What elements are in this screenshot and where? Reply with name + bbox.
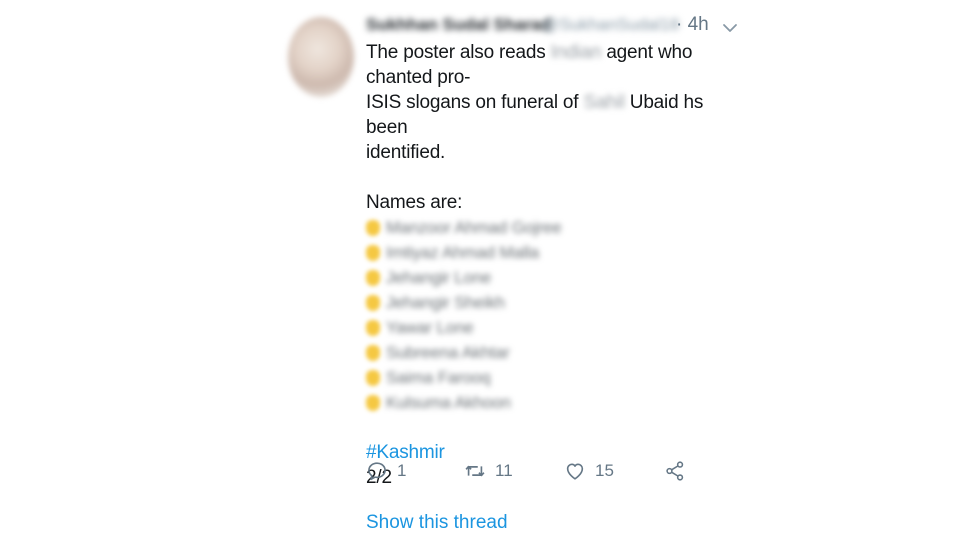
pointing-hand-emoji: [366, 319, 380, 336]
author-name[interactable]: Sukhhan Sudal Sharad: [366, 15, 551, 35]
text-segment: ISIS slogans on funeral of: [366, 92, 584, 113]
name-entry: Subreena Akhtar: [386, 343, 510, 362]
list-item: Imtiyaz Ahmad Malla: [366, 240, 746, 265]
tweet-line-3: identified.: [366, 142, 446, 163]
redacted-word: Indian: [550, 42, 602, 63]
pointing-hand-emoji: [366, 294, 380, 311]
retweet-button[interactable]: 11: [464, 456, 513, 486]
heart-icon: [566, 463, 584, 480]
list-item: Manzoor Ahmad Gojree: [366, 215, 746, 240]
names-heading: Names are:: [366, 192, 463, 213]
chevron-down-icon[interactable]: [722, 20, 738, 36]
text-segment: The poster also reads: [366, 42, 551, 63]
pointing-hand-emoji: [366, 244, 380, 261]
name-entry: Imtiyaz Ahmad Malla: [386, 243, 540, 262]
reply-button[interactable]: 1: [366, 456, 406, 486]
tweet-line-1: The poster also reads Indian agent who c…: [366, 40, 746, 90]
name-entry: Jehangir Lone: [386, 268, 492, 287]
name-entry: Kulsuma Akhoon: [386, 393, 511, 412]
tweet: Sukhhan Sudal Sharad @SukhanSudal18 · 4h…: [0, 0, 970, 545]
share-button[interactable]: [664, 456, 686, 486]
name-entry: Jehangir Sheikh: [386, 293, 505, 312]
pointing-hand-emoji: [366, 394, 380, 411]
author-handle[interactable]: @SukhanSudal18: [542, 15, 679, 35]
pointing-hand-emoji: [366, 369, 380, 386]
reply-count: 1: [397, 461, 407, 480]
list-item: Yawar Lone: [366, 315, 746, 340]
pointing-hand-emoji: [366, 269, 380, 286]
tweet-header: Sukhhan Sudal Sharad @SukhanSudal18 · 4h: [366, 10, 746, 40]
pointing-hand-emoji: [366, 344, 380, 361]
pointing-hand-emoji: [366, 219, 380, 236]
tweet-actions: 1 11 15: [366, 456, 706, 486]
share-icon: [666, 461, 684, 481]
tweet-line-2: ISIS slogans on funeral of Sahil Ubaid h…: [366, 90, 746, 140]
list-item: Jehangir Lone: [366, 265, 746, 290]
tweet-body: The poster also reads Indian agent who c…: [366, 40, 746, 490]
retweet-count: 11: [495, 461, 513, 480]
list-item: Subreena Akhtar: [366, 340, 746, 365]
redacted-word: Sahil: [583, 92, 625, 113]
like-count: 15: [595, 461, 614, 480]
retweet-icon: [465, 465, 485, 477]
list-item: Kulsuma Akhoon: [366, 390, 746, 415]
name-entry: Manzoor Ahmad Gojree: [386, 218, 562, 237]
show-thread-link[interactable]: Show this thread: [366, 512, 508, 534]
list-item: Saima Farooq: [366, 365, 746, 390]
list-item: Jehangir Sheikh: [366, 290, 746, 315]
name-entry: Saima Farooq: [386, 368, 491, 387]
name-entry: Yawar Lone: [386, 318, 474, 337]
reply-icon: [368, 462, 386, 481]
like-button[interactable]: 15: [564, 456, 614, 486]
avatar[interactable]: [288, 17, 354, 97]
tweet-time[interactable]: · 4h: [676, 14, 709, 36]
